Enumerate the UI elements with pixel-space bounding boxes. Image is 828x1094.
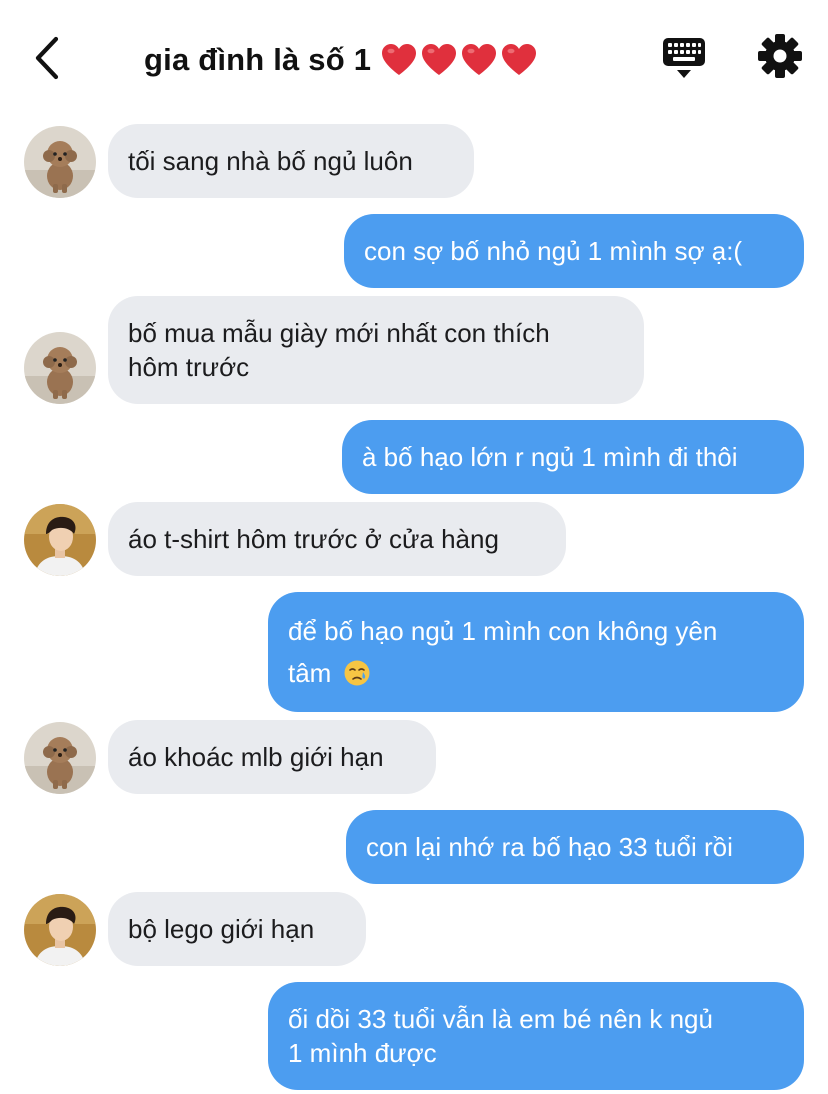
avatar-dog[interactable] [24, 126, 96, 198]
chat-header: gia đình là số 1 [0, 0, 828, 112]
message-text: hôm trước [128, 352, 250, 382]
chat-title[interactable]: gia đình là số 1 [144, 38, 537, 82]
message-text: 1 mình được [288, 1038, 437, 1068]
incoming-message[interactable]: áo t-shirt hôm trước ở cửa hàng [108, 502, 566, 576]
message-text: bộ lego giới hạn [128, 914, 315, 944]
outgoing-message[interactable]: ối dồi 33 tuổi vẫn là em bé nên k ngủ 1 … [268, 982, 804, 1090]
incoming-message[interactable]: tối sang nhà bố ngủ luôn [108, 124, 474, 198]
message-text: áo khoác mlb giới hạn [128, 742, 384, 772]
incoming-message[interactable]: áo khoác mlb giới hạn [108, 720, 436, 794]
avatar-dog[interactable] [24, 722, 96, 794]
title-hearts [381, 43, 537, 77]
heart-icon [382, 44, 417, 75]
message-text: để bố hạo ngủ 1 mình con không yên [288, 616, 718, 646]
message-text: à bố hạo lớn r ngủ 1 mình đi thôi [362, 442, 738, 472]
back-chevron-icon [35, 36, 59, 80]
heart-icon [502, 44, 537, 75]
avatar-dog[interactable] [24, 332, 96, 404]
gear-icon [758, 34, 802, 78]
message-text: tối sang nhà bố ngủ luôn [128, 146, 413, 176]
message-text: áo t-shirt hôm trước ở cửa hàng [128, 524, 499, 554]
outgoing-message[interactable]: để bố hạo ngủ 1 mình con không yên tâm [268, 592, 804, 712]
heart-icon [462, 44, 497, 75]
outgoing-message[interactable]: con sợ bố nhỏ ngủ 1 mình sợ ạ:( [344, 214, 804, 288]
message-text: bố mua mẫu giày mới nhất con thích [128, 318, 550, 348]
message-text: con sợ bố nhỏ ngủ 1 mình sợ ạ:( [364, 236, 743, 266]
keyboard-button[interactable] [660, 34, 708, 82]
outgoing-message[interactable]: à bố hạo lớn r ngủ 1 mình đi thôi [342, 420, 804, 494]
avatar-boy[interactable] [24, 894, 96, 966]
settings-button[interactable] [756, 32, 804, 80]
keyboard-icon [663, 38, 705, 78]
chat-title-text: gia đình là số 1 [144, 42, 372, 77]
incoming-message[interactable]: bố mua mẫu giày mới nhất con thích hôm t… [108, 296, 644, 404]
message-text: ối dồi 33 tuổi vẫn là em bé nên k ngủ [288, 1004, 713, 1034]
outgoing-message[interactable]: con lại nhớ ra bố hạo 33 tuổi rồi [346, 810, 804, 884]
heart-icon [422, 44, 457, 75]
message-text: con lại nhớ ra bố hạo 33 tuổi rồi [366, 832, 733, 862]
crying-face-icon [344, 660, 370, 686]
incoming-message[interactable]: bộ lego giới hạn [108, 892, 366, 966]
message-text: tâm [288, 658, 332, 688]
avatar-boy[interactable] [24, 504, 96, 576]
back-button[interactable] [22, 30, 72, 86]
